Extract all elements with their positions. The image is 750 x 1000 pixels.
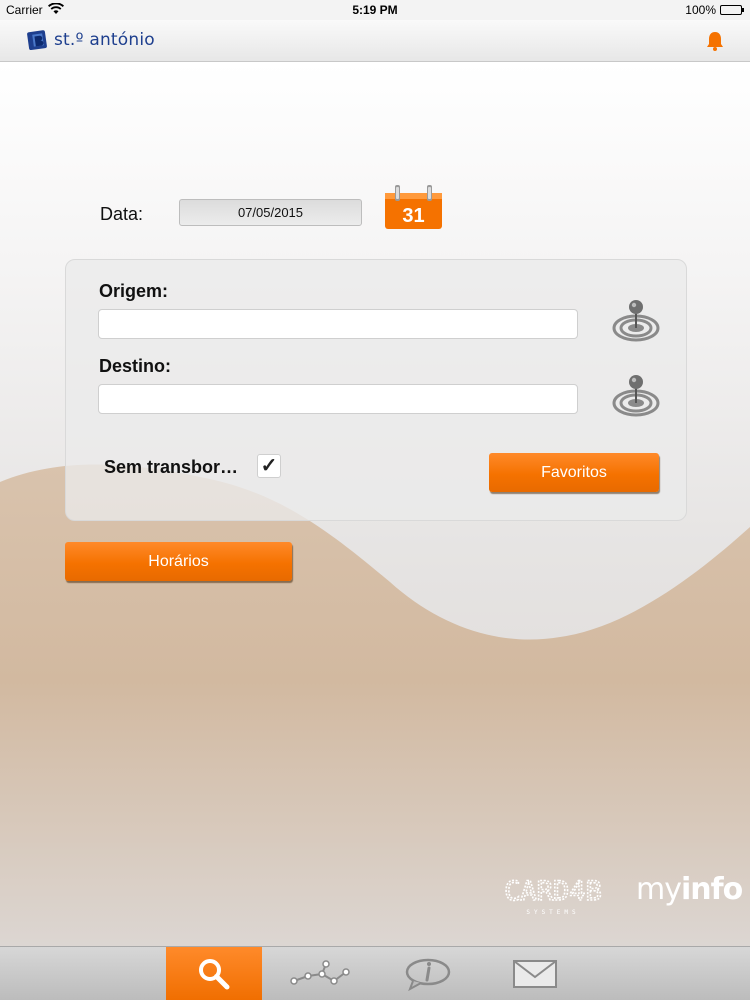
no-transfer-label: Sem transbor… bbox=[104, 457, 239, 477]
battery-icon bbox=[720, 5, 744, 15]
destination-input[interactable] bbox=[98, 384, 578, 414]
calendar-button[interactable]: 31 bbox=[385, 185, 442, 230]
bell-icon[interactable] bbox=[704, 30, 726, 52]
tab-info[interactable] bbox=[380, 947, 476, 1000]
brand-name: st.º antónio bbox=[54, 30, 155, 50]
date-field[interactable]: 07/05/2015 bbox=[179, 199, 362, 226]
search-icon bbox=[199, 959, 230, 990]
tab-bar bbox=[0, 946, 750, 1000]
date-label: Data: bbox=[100, 204, 144, 224]
card4b-logo: CARD4B SYSTEMS bbox=[503, 876, 602, 916]
origin-input[interactable] bbox=[98, 309, 578, 339]
tab-mail[interactable] bbox=[487, 947, 583, 1000]
schedules-button[interactable]: Horários bbox=[65, 542, 292, 581]
calendar-day: 31 bbox=[402, 205, 424, 227]
myinfo-light: my bbox=[636, 872, 682, 907]
origin-label: Origem: bbox=[99, 281, 169, 301]
origin-location-icon[interactable] bbox=[612, 298, 660, 342]
info-icon bbox=[405, 958, 451, 991]
clock: 5:19 PM bbox=[352, 3, 398, 17]
card4b-text: CARD4B bbox=[504, 876, 602, 907]
status-bar: Carrier 5:19 PM 100% bbox=[0, 0, 750, 20]
tab-search[interactable] bbox=[166, 947, 262, 1000]
favorites-button[interactable]: Favoritos bbox=[489, 453, 659, 492]
battery-percent: 100% bbox=[685, 3, 716, 17]
myinfo-bold: info bbox=[680, 872, 743, 907]
network-icon bbox=[290, 960, 350, 985]
card4b-subtext: SYSTEMS bbox=[526, 909, 579, 916]
destination-location-icon[interactable] bbox=[612, 373, 660, 417]
no-transfer-checkbox[interactable]: ✓ bbox=[257, 454, 281, 478]
logo-icon bbox=[27, 30, 47, 51]
destination-label: Destino: bbox=[99, 356, 171, 376]
app-header: st.º antónio bbox=[0, 20, 750, 62]
app-logo: st.º antónio bbox=[26, 28, 155, 52]
myinfo-logo: myinfo bbox=[636, 872, 743, 907]
mail-icon bbox=[513, 960, 557, 988]
tab-network[interactable] bbox=[272, 947, 368, 1000]
